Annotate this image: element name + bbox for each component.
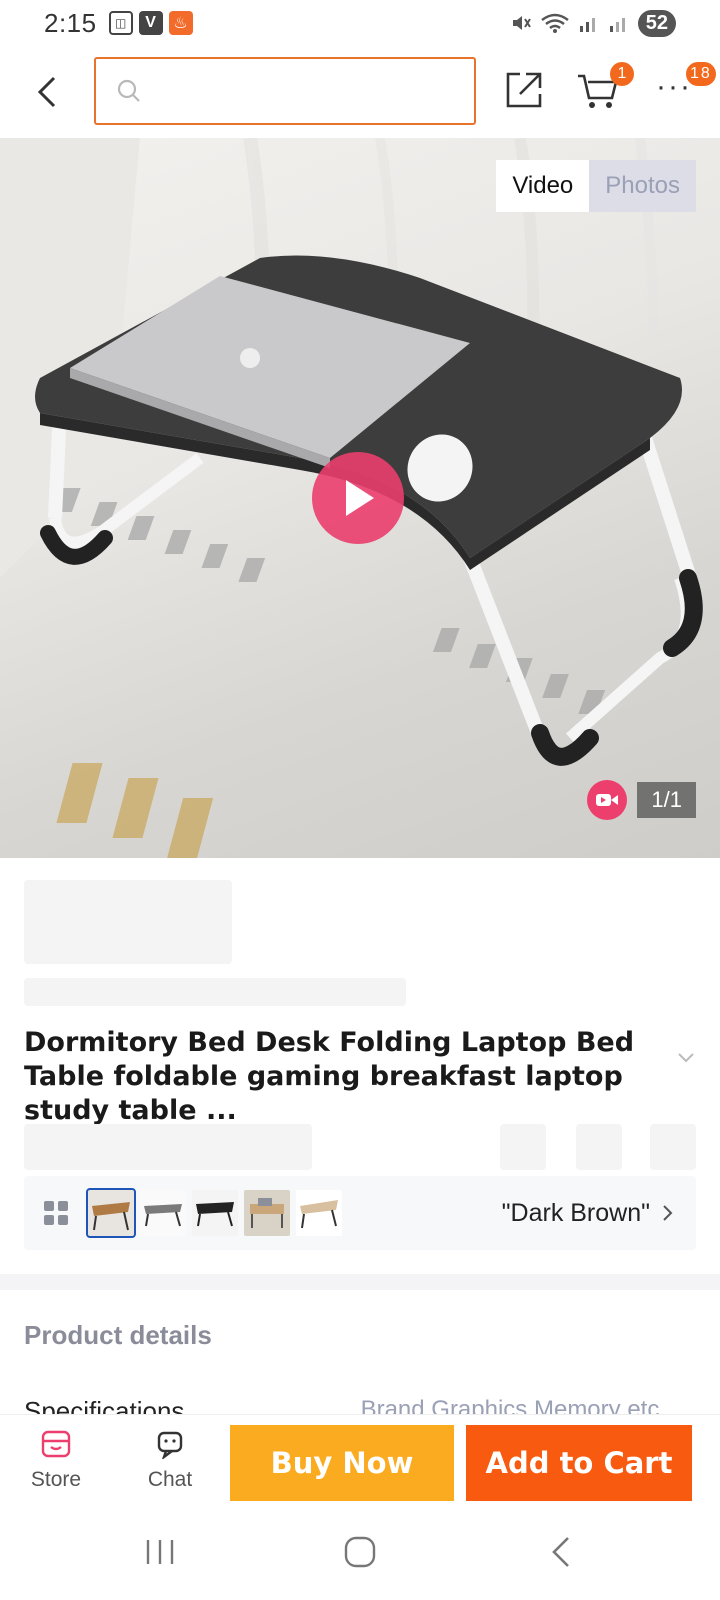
status-time: 2:15 <box>44 7 97 38</box>
signal-icon <box>579 18 595 32</box>
tab-video[interactable]: Video <box>496 160 590 212</box>
variant-thumbnails <box>86 1188 342 1238</box>
search-icon <box>117 79 140 102</box>
chat-icon <box>157 1431 183 1461</box>
chevron-left-icon <box>37 76 56 108</box>
specifications-value: Brand Graphics Memory etc. <box>360 1396 666 1416</box>
variant-selector[interactable]: "Dark Brown" <box>24 1176 696 1250</box>
share-icon <box>506 72 542 108</box>
media-page-counter: 1/1 <box>637 782 696 818</box>
more-options-button[interactable]: ··· 18 <box>656 62 716 112</box>
system-navigation-bar <box>0 1508 720 1600</box>
buy-now-button[interactable]: Buy Now <box>230 1425 454 1501</box>
product-details-heading: Product details <box>24 1320 212 1350</box>
message-count-badge: 18 <box>686 62 716 86</box>
recent-apps-icon[interactable] <box>144 1534 176 1570</box>
wifi-icon <box>540 13 569 33</box>
tab-photos[interactable]: Photos <box>589 160 696 212</box>
price-placeholder <box>24 880 232 964</box>
action-placeholder <box>576 1124 622 1170</box>
chat-label: Chat <box>147 1468 193 1491</box>
chevron-right-icon <box>663 1205 673 1221</box>
product-media-gallery[interactable]: Video Photos 1/1 <box>0 138 720 858</box>
home-icon[interactable] <box>342 1534 378 1570</box>
product-title[interactable]: Dormitory Bed Desk Folding Laptop Bed Ta… <box>24 1026 664 1128</box>
cart-button[interactable]: 1 <box>576 62 634 112</box>
specifications-row[interactable]: Specifications Brand Graphics Memory etc… <box>24 1396 696 1416</box>
video-camera-icon <box>587 780 628 820</box>
store-button[interactable]: Store <box>16 1429 96 1492</box>
mute-icon <box>512 16 531 30</box>
specifications-label: Specifications <box>24 1396 185 1416</box>
add-to-cart-button[interactable]: Add to Cart <box>466 1425 692 1501</box>
action-placeholder <box>500 1124 546 1170</box>
section-divider <box>0 1274 720 1290</box>
status-bar: 2:15 ◫ V ♨ 52 <box>0 0 720 46</box>
share-button[interactable] <box>502 68 546 112</box>
media-tabs: Video Photos <box>496 160 696 212</box>
store-icon <box>41 1430 71 1458</box>
variants-grid-icon <box>44 1201 68 1225</box>
status-notification-icons: ◫ V ♨ <box>108 11 193 35</box>
play-video-button[interactable] <box>312 452 404 544</box>
search-input[interactable] <box>152 78 452 104</box>
battery-indicator: 52 <box>637 9 676 37</box>
media-counter: 1/1 <box>587 780 696 820</box>
bottom-action-bar: Store Chat Buy Now Add to Cart <box>0 1414 720 1508</box>
variant-thumbnail[interactable] <box>86 1188 136 1238</box>
play-icon <box>346 480 374 516</box>
rating-placeholder <box>24 1124 312 1170</box>
back-button[interactable] <box>30 70 66 114</box>
variant-thumbnail[interactable] <box>192 1190 238 1236</box>
back-nav-icon[interactable] <box>548 1534 576 1570</box>
screenshot-icon: ◫ <box>108 11 133 35</box>
cart-count-badge: 1 <box>610 62 634 86</box>
subtitle-placeholder <box>24 978 406 1006</box>
chevron-down-icon[interactable] <box>676 1050 696 1066</box>
variant-thumbnail[interactable] <box>296 1190 342 1236</box>
chat-button[interactable]: Chat <box>130 1429 210 1492</box>
variant-thumbnail[interactable] <box>140 1190 186 1236</box>
signal-icon <box>609 18 625 32</box>
selected-variant-value: "Dark Brown" <box>501 1198 650 1227</box>
search-bar[interactable] <box>94 57 476 125</box>
v-app-icon: V <box>138 11 163 35</box>
variant-thumbnail[interactable] <box>244 1190 290 1236</box>
top-navigation: 1 ··· 18 <box>0 46 720 138</box>
flame-app-icon: ♨ <box>168 11 193 35</box>
status-system-icons: 52 <box>510 9 676 37</box>
store-label: Store <box>30 1468 82 1491</box>
action-placeholder <box>650 1124 696 1170</box>
